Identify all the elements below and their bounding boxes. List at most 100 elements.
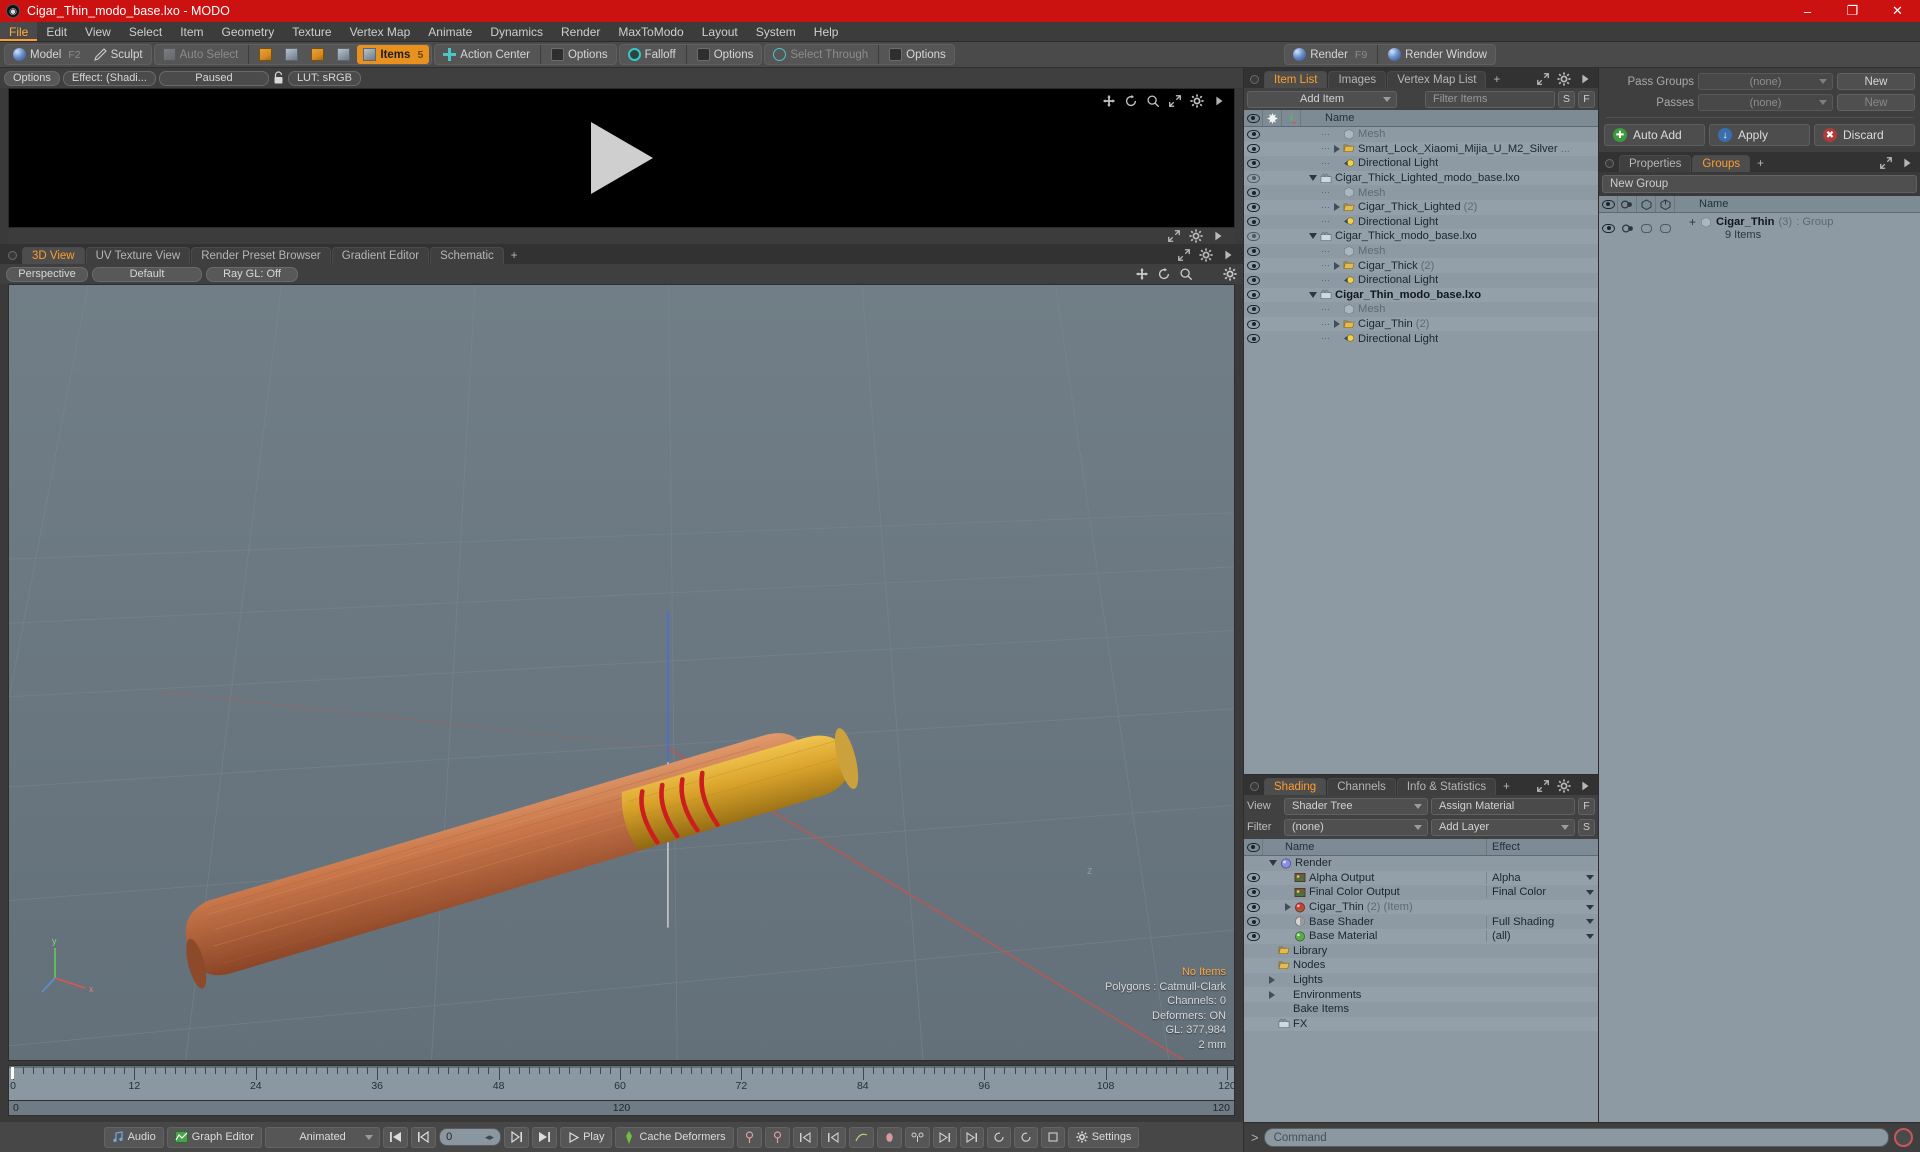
disclosure-closed-icon[interactable] [1334,320,1340,329]
cycle-button[interactable] [1013,1126,1038,1148]
item-list-row[interactable]: ⋯ Directional Light [1244,215,1598,230]
item-list-row[interactable]: Cigar_Thin_modo_base.lxo [1244,287,1598,303]
add-item-dropdown[interactable]: Add Item [1247,90,1397,108]
graph-editor-button[interactable]: Graph Editor [166,1126,263,1148]
shading-f-button[interactable]: F [1578,797,1595,815]
row-visibility-toggle[interactable] [1244,231,1263,241]
disclosure-closed-icon[interactable] [1285,903,1291,912]
disclosure-open-icon[interactable] [1269,860,1277,867]
menu-vertex-map[interactable]: Vertex Map [341,22,420,41]
filter-items-input[interactable]: Filter Items [1425,90,1555,108]
item-list-row[interactable]: ⋯ Directional Light [1244,331,1598,346]
assign-material-button[interactable]: Assign Material [1431,797,1575,815]
ellipse-mode-button[interactable] [876,1126,902,1148]
item-list-row[interactable]: Cigar_Thick_modo_base.lxo [1244,229,1598,244]
sculpt-mode-button[interactable]: Sculpt [88,45,149,64]
render-preview-viewport[interactable] [8,88,1235,228]
tab-render-preset-browser[interactable]: Render Preset Browser [191,247,331,264]
shading-row[interactable]: Render [1244,856,1598,871]
item-list-f-button[interactable]: F [1578,90,1595,108]
row-visibility-toggle[interactable] [1244,319,1263,329]
shading-row-visibility-toggle[interactable] [1244,917,1263,927]
move-icon[interactable] [1102,94,1116,108]
shading-row[interactable]: Bake Items [1244,1002,1598,1017]
materials-mode-button[interactable] [331,45,356,64]
model-mode-button[interactable]: Model F2 [7,45,87,64]
item-list-row[interactable]: ⋯ Mesh [1244,185,1598,200]
shading-row[interactable]: Base Shader Full Shading [1244,914,1598,929]
disclosure-closed-icon[interactable] [1334,144,1340,153]
shading-row[interactable]: Final Color Output Final Color [1244,885,1598,900]
shading-row-visibility-toggle[interactable] [1244,902,1263,912]
item-list-row[interactable]: ⋯ Directional Light [1244,273,1598,288]
row-visibility-toggle[interactable] [1244,129,1263,139]
item-list-body[interactable]: ⋯ Mesh ⋯ Smart_Lock_Xiaomi_Mijia_U_M2_Silve… [1244,127,1598,774]
shading-row[interactable]: Library [1244,944,1598,959]
menu-system[interactable]: System [747,22,805,41]
groups-maximize-icon[interactable] [1879,156,1893,170]
item-list-row[interactable]: ⋯ Mesh [1244,127,1598,142]
item-list-row[interactable]: ⋯ Cigar_Thick (2) [1244,258,1598,273]
shading-style-button[interactable]: Default [92,266,202,282]
shading-add-tab-button[interactable]: + [1497,778,1516,795]
item-list-add-tab-button[interactable]: + [1487,71,1506,88]
row-visibility-toggle[interactable] [1244,158,1263,168]
disclosure-open-icon[interactable] [1309,291,1317,298]
go-to-start-button[interactable] [383,1126,409,1148]
menu-help[interactable]: Help [805,22,848,41]
groups-row-toggle-2[interactable] [1656,223,1675,233]
tab-uv-texture-view[interactable]: UV Texture View [85,247,191,264]
tab-add-button[interactable]: + [505,247,524,264]
timeline-ruler[interactable]: 0 12 24 36 48 60 72 84 96 108 120 [8,1065,1235,1101]
item-list-visibility-column-header[interactable] [1244,110,1263,126]
menu-edit[interactable]: Edit [37,22,76,41]
auto-add-button[interactable]: ✚ Auto Add [1604,124,1705,146]
raygl-button[interactable]: Ray GL: Off [206,266,298,282]
tab-channels[interactable]: Channels [1327,778,1396,795]
auto-key-button[interactable] [1040,1126,1065,1148]
row-visibility-toggle[interactable] [1244,188,1263,198]
projection-button[interactable]: Perspective [6,266,88,282]
groups-menu-arrow-icon[interactable] [1900,156,1914,170]
lock-icon[interactable] [272,71,285,85]
groups-row-toggle-1[interactable] [1637,223,1656,233]
curve-mode-button[interactable] [848,1126,874,1148]
close-button[interactable]: ✕ [1875,0,1920,22]
shading-row[interactable]: Environments [1244,987,1598,1002]
shading-row-visibility-toggle[interactable] [1244,887,1263,897]
menu-item[interactable]: Item [171,22,212,41]
row-visibility-toggle[interactable] [1244,290,1263,300]
groups-row-render-cell[interactable] [1618,223,1637,234]
row-visibility-toggle[interactable] [1244,275,1263,285]
menu-animate[interactable]: Animate [419,22,481,41]
viewport-maximize-icon[interactable] [1177,248,1191,262]
items-mode-button[interactable]: Items 5 [357,45,430,64]
preview-menu-arrow-icon[interactable] [1211,229,1225,243]
item-list-axis-column-header[interactable] [1282,110,1301,126]
settings-button[interactable]: Settings [1067,1126,1140,1148]
select-through-button[interactable]: Select Through [767,45,874,64]
shading-filter-dropdown[interactable]: (none) [1284,818,1428,836]
item-list-row[interactable]: ⋯ Cigar_Thin (2) [1244,316,1598,332]
pass-groups-dropdown[interactable]: (none) [1698,73,1833,90]
maximize-viewport-icon[interactable] [1168,94,1182,108]
action-center-options-button[interactable]: Options [545,45,614,64]
preview-effect-button[interactable]: Effect: (Shadi... [62,70,156,86]
key-delete-button[interactable] [764,1126,790,1148]
panel-menu-arrow-icon[interactable] [1212,94,1226,108]
groups-add-tab-button[interactable]: + [1751,155,1770,172]
groups-expand-icon[interactable]: + [1689,215,1696,229]
preview-options-button[interactable]: Options [4,70,60,86]
menu-maxtomodo[interactable]: MaxToModo [609,22,692,41]
shading-s-button[interactable]: S [1578,818,1595,836]
item-list-gear-icon[interactable] [1557,72,1571,86]
item-list-row[interactable]: ⋯ Mesh [1244,244,1598,259]
add-layer-dropdown[interactable]: Add Layer [1431,818,1575,836]
viewport-tab-dot-icon[interactable] [8,251,17,260]
menu-view[interactable]: View [76,22,120,41]
animation-mode-dropdown[interactable]: Animated [265,1126,381,1148]
preview-paused-button[interactable]: Paused [158,70,269,86]
groups-list-body[interactable]: + Cigar_Thin (3): Group 9 Items [1599,213,1920,1122]
auto-select-button[interactable]: Auto Select [157,45,245,64]
disclosure-closed-icon[interactable] [1334,203,1340,212]
